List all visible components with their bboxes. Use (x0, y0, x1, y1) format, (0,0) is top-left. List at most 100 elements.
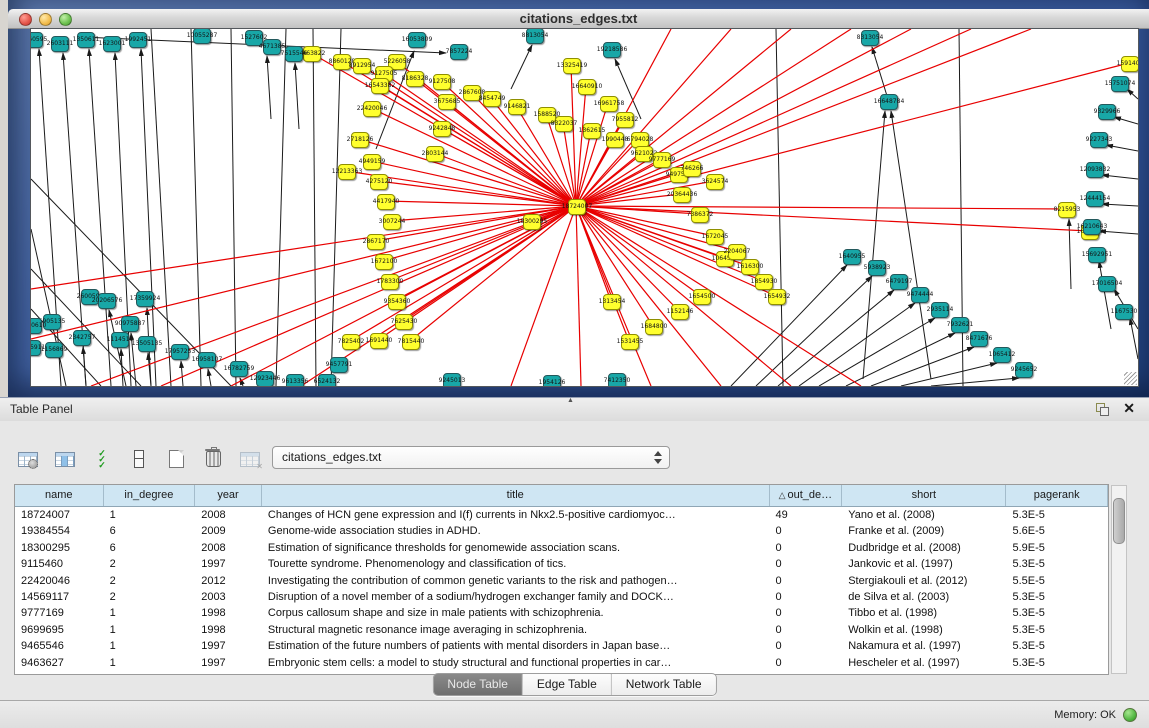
graph-node[interactable]: 13505135 (138, 336, 156, 352)
graph-node[interactable]: 9245652 (1015, 362, 1033, 378)
graph-node[interactable]: 9613356 (286, 374, 304, 387)
graph-node[interactable]: 16640910 (578, 79, 596, 95)
tab-edge-table[interactable]: Edge Table (523, 674, 612, 695)
graph-node[interactable]: 1654932 (768, 289, 786, 305)
network-canvas[interactable]: 1872400774638228860128891295452260589127… (30, 28, 1139, 387)
graph-node[interactable]: 1783300 (381, 274, 399, 290)
graph-node[interactable]: 9127508 (433, 74, 451, 90)
graph-node[interactable]: 12213363 (338, 164, 356, 180)
graph-node[interactable]: 8454749 (483, 91, 501, 107)
memory-indicator[interactable]: Memory: OK (1054, 701, 1137, 728)
graph-node[interactable]: 1152146 (671, 304, 689, 320)
graph-node[interactable]: 9777169 (653, 152, 671, 168)
graph-node[interactable]: 7386372 (691, 207, 709, 223)
network-table-select[interactable]: citations_edges.txt (272, 446, 670, 469)
graph-node[interactable]: 16958107 (198, 352, 216, 368)
column-header-short[interactable]: short (842, 485, 1006, 506)
graph-node[interactable]: 9245013 (443, 373, 461, 387)
graph-node[interactable]: 9146821 (508, 99, 526, 115)
graph-node[interactable]: 4671385 (263, 39, 281, 55)
graph-node[interactable]: 9329966 (1098, 104, 1116, 120)
graph-node[interactable]: 20206576 (98, 293, 116, 309)
merge-rows-button[interactable] (125, 446, 153, 472)
table-row[interactable]: 1872400712008Changes of HCN gene express… (15, 507, 1108, 523)
network-window-titlebar[interactable]: citations_edges.txt (8, 9, 1149, 29)
graph-node[interactable]: 1990448 (606, 132, 624, 148)
graph-node[interactable]: 4275120 (370, 174, 388, 190)
panel-splitter-handle[interactable]: ▲ (567, 397, 574, 404)
graph-node[interactable]: 17016504 (1098, 276, 1116, 292)
column-header-pagerank[interactable]: pagerank (1006, 485, 1108, 506)
graph-node[interactable]: 8313054 (861, 30, 879, 46)
graph-node[interactable]: 22420046 (363, 101, 381, 117)
graph-node[interactable]: 1672100 (375, 254, 393, 270)
graph-node[interactable]: 7515546 (285, 46, 303, 62)
tab-network-table[interactable]: Network Table (612, 674, 716, 695)
graph-node[interactable]: 2600595 (81, 289, 99, 305)
graph-node[interactable]: 19218586 (603, 42, 621, 58)
graph-node[interactable]: 3007244 (383, 214, 401, 230)
graph-node[interactable]: 1616300 (741, 259, 759, 275)
table-row[interactable]: 1938455462009Genome-wide association stu… (15, 523, 1108, 539)
graph-node[interactable]: 10055287 (193, 28, 211, 44)
graph-node[interactable]: 1167530 (1115, 304, 1133, 320)
graph-node[interactable]: 16210643 (1083, 219, 1101, 235)
graph-node[interactable]: 1854930 (755, 274, 773, 290)
graph-node[interactable]: 17957253 (171, 344, 189, 360)
table-vertical-scrollbar[interactable] (1111, 485, 1127, 674)
graph-node[interactable]: 1313454 (603, 294, 621, 310)
table-row[interactable]: 911546021997Tourette syndrome. Phenomeno… (15, 556, 1108, 572)
graph-node[interactable]: 15751074 (1111, 76, 1129, 92)
graph-node[interactable]: 16782759 (230, 361, 248, 377)
graph-node[interactable]: 6479197 (890, 274, 908, 290)
graph-node[interactable]: 4949159 (363, 154, 381, 170)
graph-node[interactable]: 1527602 (245, 30, 263, 46)
graph-node[interactable]: 2603111 (51, 36, 69, 52)
graph-node[interactable]: 2060595 (30, 32, 43, 48)
graph-node[interactable]: 9354360 (388, 294, 406, 310)
float-panel-icon[interactable] (1096, 403, 1109, 416)
graph-node[interactable]: 1623001 (103, 36, 121, 52)
graph-node[interactable]: 13325419 (563, 58, 581, 74)
graph-node[interactable]: 12093832 (1086, 162, 1104, 178)
canvas-resize-grip[interactable] (1124, 372, 1137, 385)
graph-node[interactable]: 8471676 (970, 331, 988, 347)
graph-node[interactable]: 9457791 (330, 357, 348, 373)
graph-node[interactable]: 90975887 (121, 316, 139, 332)
close-panel-icon[interactable]: ✕ (1123, 400, 1135, 417)
column-header-name[interactable]: name (15, 485, 104, 506)
column-header-in_degree[interactable]: in_degree (104, 485, 196, 506)
graph-node[interactable]: 6524132 (318, 374, 336, 387)
graph-node[interactable]: 16053809 (408, 32, 426, 48)
graph-node[interactable]: 1691440 (370, 333, 388, 349)
graph-node[interactable]: 4417940 (377, 194, 395, 210)
graph-node[interactable]: 17359924 (136, 291, 154, 307)
table-row[interactable]: 946554611997Estimation of the future num… (15, 638, 1108, 654)
graph-node[interactable]: 9227343 (1090, 132, 1108, 148)
graph-node[interactable]: 16648784 (880, 94, 898, 110)
graph-node[interactable]: 9242848 (433, 121, 451, 137)
graph-node[interactable]: 8813054 (526, 28, 544, 44)
graph-node[interactable]: 1591400 (1121, 56, 1139, 72)
graph-node[interactable]: 16961758 (600, 96, 618, 112)
graph-node[interactable]: 7932621 (951, 317, 969, 333)
graph-node[interactable]: 1992451 (129, 32, 147, 48)
graph-node[interactable]: 5905135 (43, 314, 61, 330)
graph-node[interactable]: 9621022 (635, 146, 653, 162)
graph-node[interactable]: 2867170 (367, 234, 385, 250)
graph-node[interactable]: 7463822 (303, 46, 321, 62)
graph-node[interactable]: 7955812 (616, 112, 634, 128)
scrollbar-thumb[interactable] (1113, 498, 1125, 544)
graph-node[interactable]: 7412350 (608, 373, 626, 387)
graph-node[interactable]: 20364436 (673, 187, 691, 203)
graph-node[interactable]: 1065412 (993, 347, 1011, 363)
graph-node[interactable]: 15692951 (1088, 247, 1106, 263)
graph-node[interactable]: 8186328 (406, 71, 424, 87)
graph-node[interactable]: 7825402 (342, 334, 360, 350)
graph-node[interactable]: 1640955 (843, 249, 861, 265)
graph-node[interactable]: 1350610 (30, 318, 42, 334)
graph-node[interactable]: 8215953 (1058, 202, 1076, 218)
table-row[interactable]: 946362711997Embryonic stem cells: a mode… (15, 655, 1108, 671)
new-table-button[interactable] (162, 446, 190, 472)
graph-node[interactable]: 3624574 (706, 174, 724, 190)
